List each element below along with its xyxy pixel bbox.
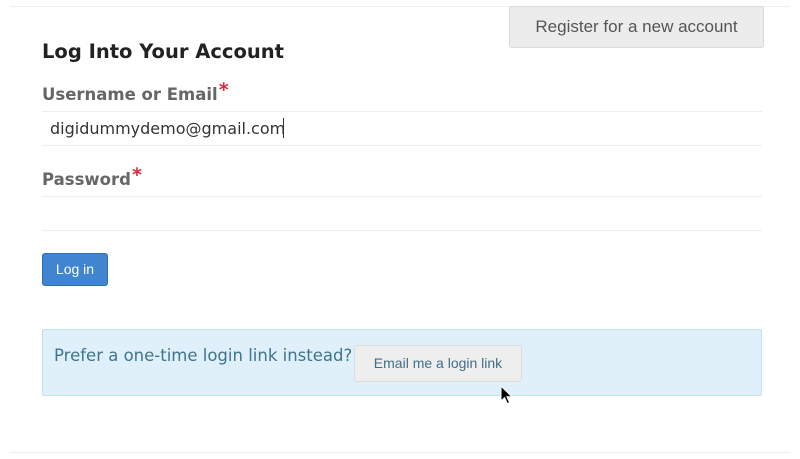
password-label-text: Password — [42, 170, 131, 189]
username-label: Username or Email* — [42, 79, 229, 106]
text-caret — [283, 118, 284, 138]
username-required-marker: * — [218, 79, 229, 101]
username-label-text: Username or Email — [42, 85, 218, 104]
email-login-link-button[interactable]: Email me a login link — [354, 345, 522, 382]
password-required-marker: * — [131, 164, 142, 186]
login-link-panel: Prefer a one-time login link instead? Em… — [42, 329, 762, 396]
login-button[interactable]: Log in — [42, 253, 108, 286]
password-input[interactable] — [42, 196, 762, 231]
mouse-pointer-icon — [500, 385, 514, 405]
page-title: Log Into Your Account — [42, 40, 284, 63]
login-link-prompt: Prefer a one-time login link instead? — [54, 346, 353, 365]
login-page: Register for a new account Log Into Your… — [0, 0, 800, 459]
bottom-divider — [10, 452, 790, 453]
username-input[interactable] — [42, 111, 762, 146]
register-button[interactable]: Register for a new account — [509, 6, 764, 48]
password-label: Password* — [42, 164, 142, 191]
